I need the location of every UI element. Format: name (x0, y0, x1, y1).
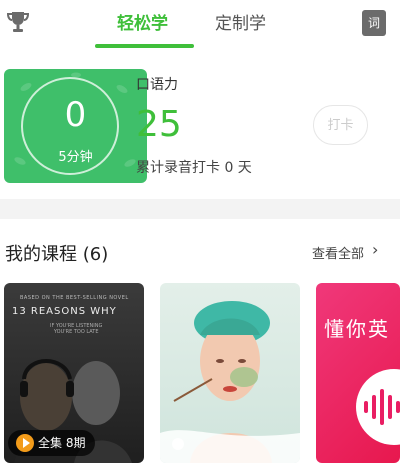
poster-title: 13 REASONS WHY (12, 306, 117, 317)
spa-woman-illustration (160, 301, 300, 463)
view-all-link[interactable]: 查看全部 (312, 243, 364, 262)
study-timer-card[interactable]: 0 5分钟 (4, 69, 147, 183)
poster-tagline: BASED ON THE BEST-SELLING NOVEL (20, 295, 129, 301)
tab-custom-learn[interactable]: 定制学 (215, 9, 266, 34)
course-card-spa-woman[interactable] (160, 283, 300, 463)
audio-wave-icon (364, 389, 400, 425)
chevron-right-icon[interactable]: › (372, 240, 378, 259)
course-card-13-reasons-why[interactable]: BASED ON THE BEST-SELLING NOVEL 13 REASO… (4, 283, 144, 463)
active-tab-indicator (95, 44, 194, 48)
minutes-studied: 0 (64, 95, 87, 135)
oral-skill-score: 25 (136, 104, 182, 145)
oral-skill-label: 口语力 (136, 77, 178, 93)
section-divider (0, 199, 400, 219)
checkin-days-stat: 累计录音打卡 0 天 (136, 160, 252, 176)
poster-subtitle: IF YOU'RE LISTENING YOU'RE TOO LATE (50, 323, 103, 335)
tab-easy-learn[interactable]: 轻松学 (117, 9, 168, 34)
promo-title: 懂你英 (324, 317, 390, 341)
trophy-icon[interactable] (4, 8, 32, 36)
carousel-dot (172, 438, 184, 450)
dictionary-icon[interactable]: 词 (362, 10, 386, 36)
top-bar: 轻松学 定制学 词 (0, 0, 400, 50)
course-card-dongni[interactable]: 懂你英 (316, 283, 400, 463)
checkin-button[interactable]: 打卡 (313, 105, 368, 145)
my-courses-title: 我的课程 (6) (5, 244, 109, 265)
play-icon[interactable] (16, 434, 34, 452)
episode-badge: 全集 8期 (8, 430, 96, 456)
daily-goal-label: 5分钟 (58, 150, 93, 165)
